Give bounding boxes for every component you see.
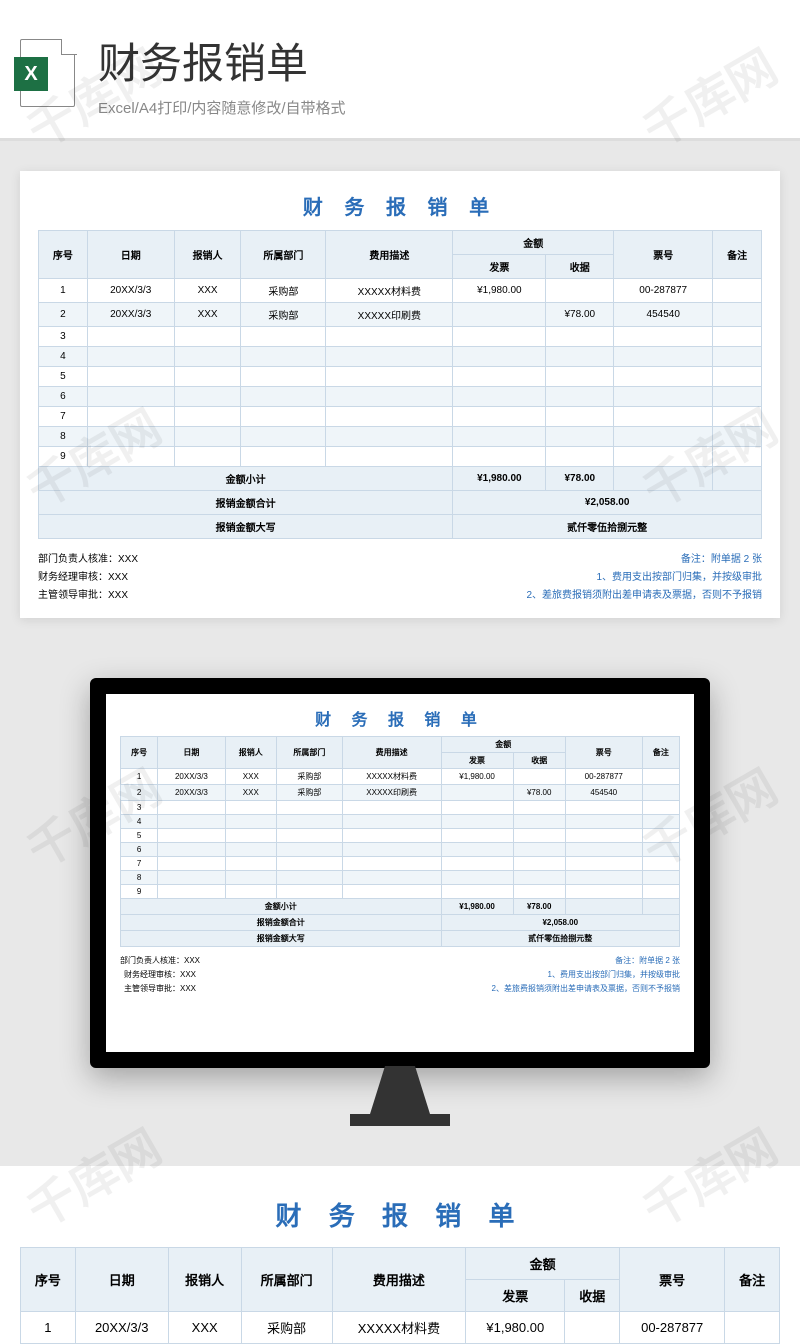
table-row: 9 bbox=[39, 447, 762, 467]
table-row: 3 bbox=[39, 327, 762, 347]
table-row: 220XX/3/3XXX采购部XXXXX印刷费¥78.00454540 bbox=[39, 303, 762, 327]
excel-icon: X bbox=[20, 39, 80, 109]
table-row: 7 bbox=[121, 857, 680, 871]
template-preview-flat: 财 务 报 销 单 序号 日期 报销人 所属部门 费用描述 金额 票号 备注 发… bbox=[20, 171, 780, 618]
page-title: 财务报销单 bbox=[98, 30, 346, 91]
approval-dept: 部门负责人核准：XXX bbox=[38, 550, 138, 565]
table-row: 5 bbox=[121, 829, 680, 843]
table-row: 120XX/3/3XXX采购部XXXXX材料费¥1,980.0000-28787… bbox=[121, 769, 680, 785]
template-zoom-cut: 财 务 报 销 单 序号日期 报销人所属部门 费用描述金额 票号备注 发票收据 … bbox=[0, 1166, 800, 1344]
table-row: 9 bbox=[121, 885, 680, 899]
approvals-block: 部门负责人核准：XXX 财务经理审核：XXX 主管领导审批：XXX 备注：附单据… bbox=[38, 547, 762, 604]
table-row: 5 bbox=[39, 367, 762, 387]
form-title: 财 务 报 销 单 bbox=[38, 183, 762, 230]
table-row: 8 bbox=[121, 871, 680, 885]
page-header: X 财务报销单 Excel/A4打印/内容随意修改/自带格式 bbox=[0, 0, 800, 141]
table-row: 4 bbox=[39, 347, 762, 367]
monitor-mockup: 财 务 报 销 单 序号日期 报销人所属部门 费用描述金额 票号备注 发票收据 … bbox=[0, 678, 800, 1126]
table-row: 4 bbox=[121, 815, 680, 829]
table-row: 7 bbox=[39, 407, 762, 427]
table-row: 8 bbox=[39, 427, 762, 447]
table-row: 6 bbox=[121, 843, 680, 857]
remark-1: 1、费用支出按部门归集，并按级审批 bbox=[526, 568, 762, 583]
table-row: 120XX/3/3XXX采购部XXXXX材料费¥1,980.0000-28787… bbox=[39, 279, 762, 303]
approval-finance: 财务经理审核：XXX bbox=[38, 568, 138, 583]
approval-leader: 主管领导审批：XXX bbox=[38, 586, 138, 601]
table-row: 220XX/3/3XXX采购部XXXXX印刷费¥78.00454540 bbox=[121, 785, 680, 801]
reimbursement-table: 序号 日期 报销人 所属部门 费用描述 金额 票号 备注 发票收据 120XX/… bbox=[38, 230, 762, 539]
table-row: 6 bbox=[39, 387, 762, 407]
remark-title: 备注：附单据 2 张 bbox=[526, 550, 762, 565]
page-subtitle: Excel/A4打印/内容随意修改/自带格式 bbox=[98, 97, 346, 118]
remark-2: 2、差旅费报销须附出差申请表及票据，否则不予报销 bbox=[526, 586, 762, 601]
table-row: 3 bbox=[121, 801, 680, 815]
